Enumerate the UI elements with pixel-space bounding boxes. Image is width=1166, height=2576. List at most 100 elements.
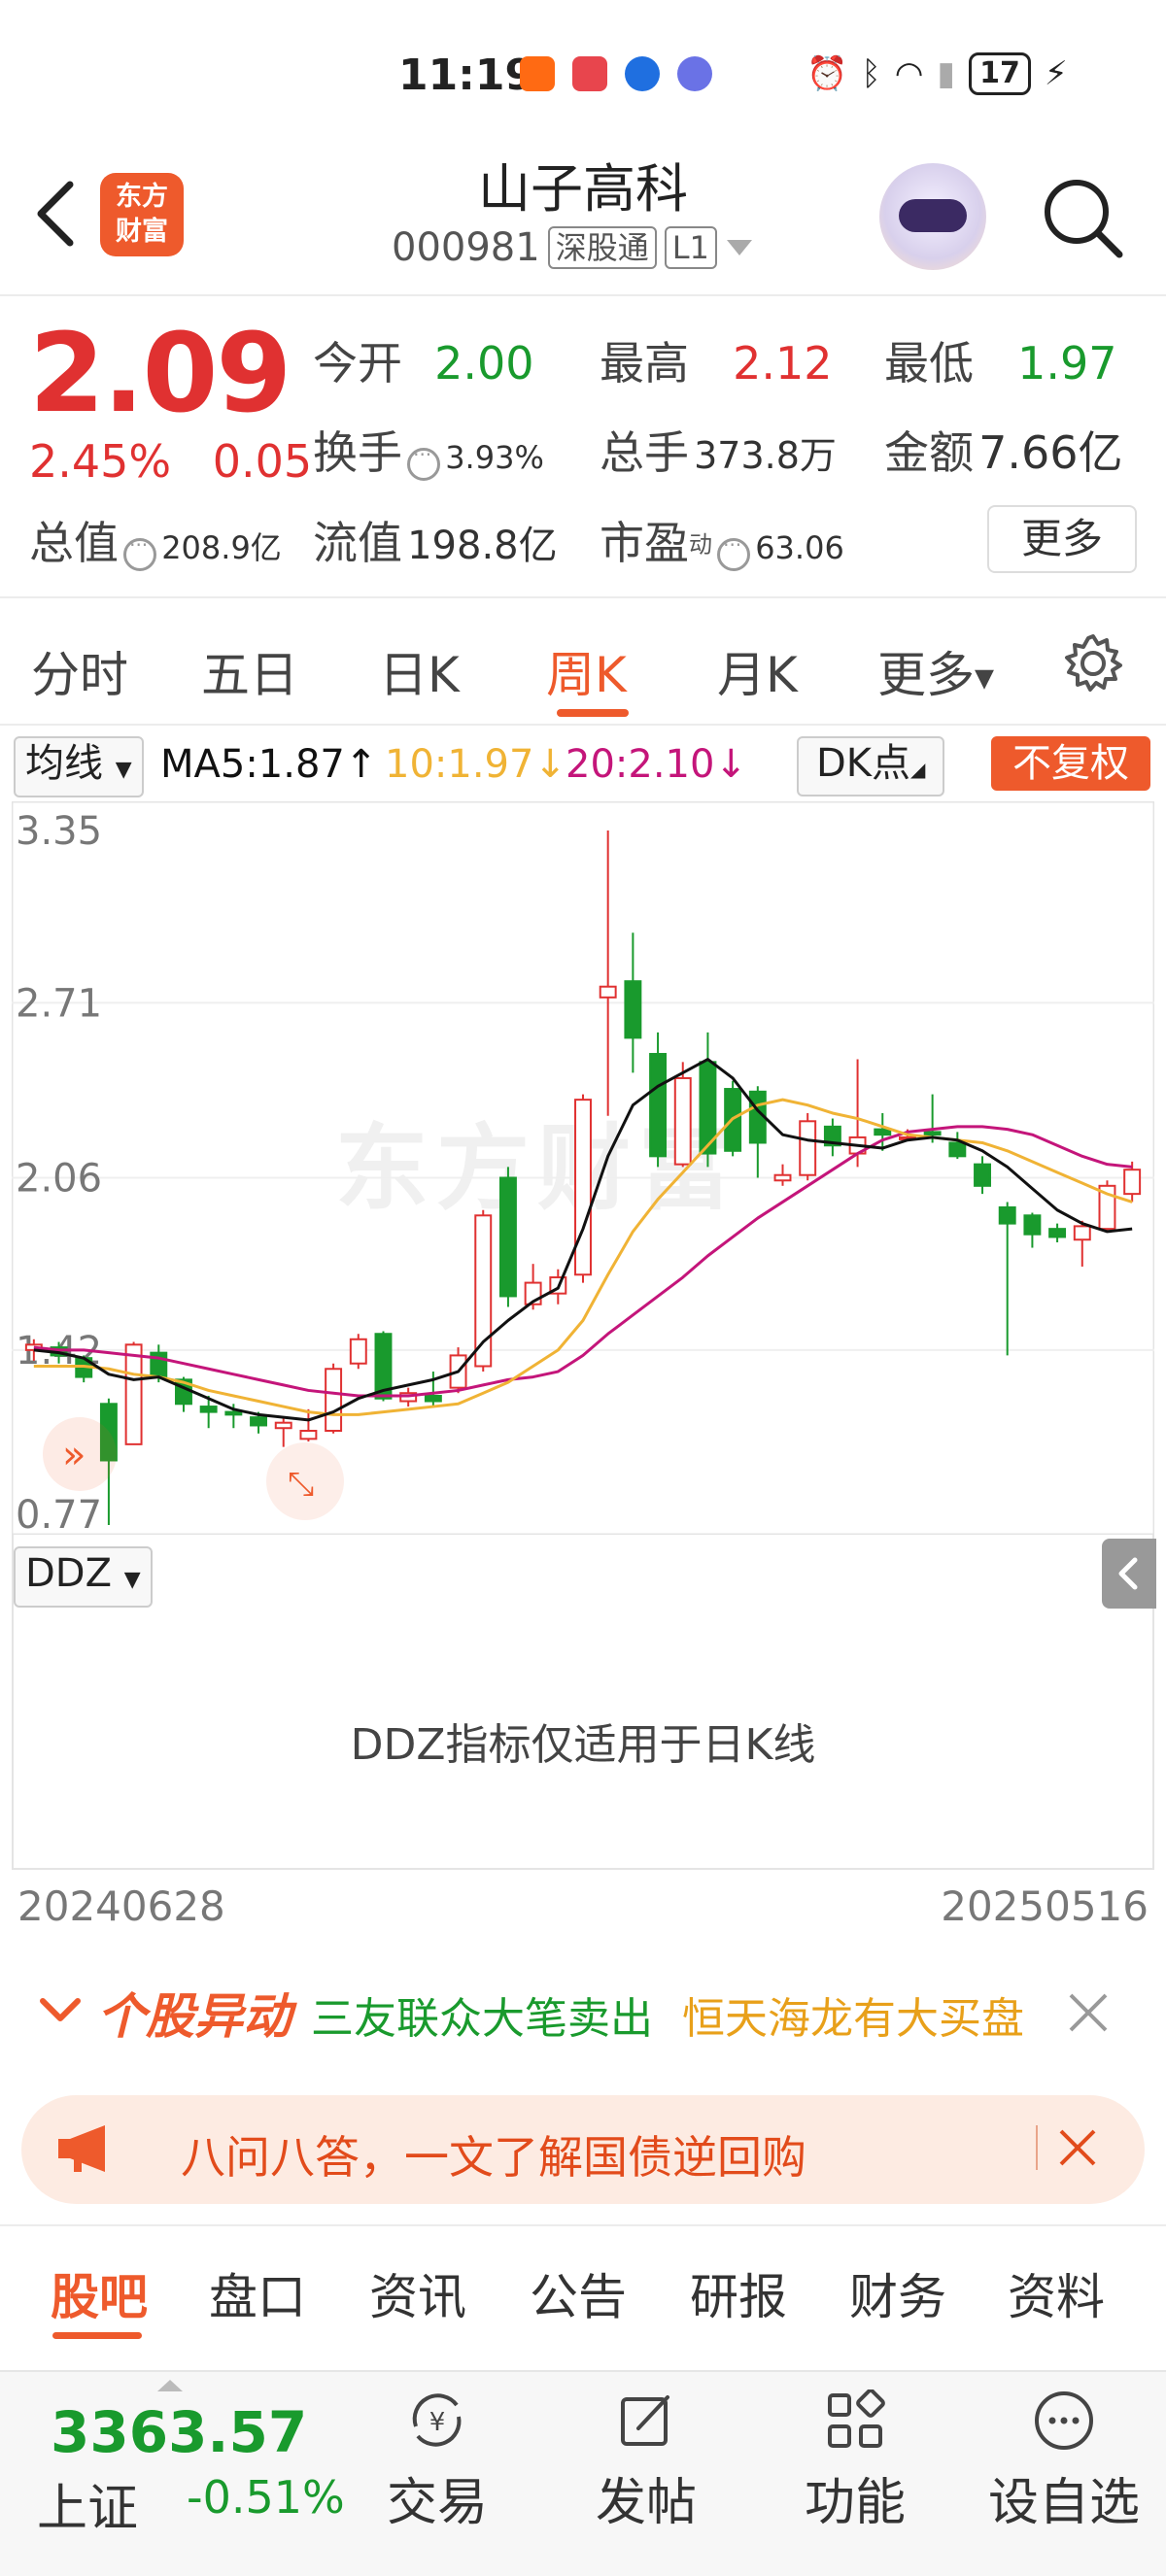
y-tick-label: 0.77: [16, 1493, 102, 1535]
candle: [673, 1062, 692, 1168]
add-watchlist-button[interactable]: 设自选: [981, 2390, 1147, 2534]
more-circle-icon: [1035, 2391, 1093, 2450]
caret-down-icon: ▼: [123, 1568, 141, 1592]
collapse-button[interactable]: [1102, 1539, 1156, 1609]
candle: [748, 1086, 767, 1178]
notification-icons: [520, 56, 712, 91]
ma-selector-label: 均线: [25, 741, 103, 786]
add-watchlist-label: 设自选: [987, 2474, 1140, 2532]
close-icon[interactable]: [1067, 1991, 1110, 2034]
stock-code-row: 000981 深股通 L1: [392, 225, 754, 270]
tab-more[interactable]: 更多▼: [877, 636, 994, 706]
system-icons: ⏰ ᛒ ◠ ▮ 17 ⚡: [806, 52, 1068, 95]
chevron-down-icon[interactable]: [37, 1991, 84, 2030]
dk-selector[interactable]: DK点◢: [797, 736, 945, 797]
candle: [574, 1094, 592, 1283]
open-field: 今开 2.00: [313, 328, 534, 392]
header-divider: [0, 294, 1166, 296]
index-value[interactable]: 3363.57: [51, 2399, 307, 2465]
candle-body: [250, 1416, 268, 1427]
browser-app-icon: [625, 56, 660, 91]
float-field: 流值 198.8亿: [313, 508, 558, 572]
candle: [274, 1417, 292, 1447]
close-icon[interactable]: [1057, 2127, 1098, 2168]
tab-profile[interactable]: 资料: [1008, 2258, 1105, 2328]
quote-divider: [0, 596, 1166, 598]
start-date-label: 20240628: [17, 1882, 225, 1930]
yen-icon: ¥: [412, 2393, 462, 2447]
anomaly-item[interactable]: 恒天海龙有大买盘: [682, 1983, 1024, 2046]
low-label: 最低: [884, 337, 974, 390]
ddz-selector[interactable]: DDZ ▼: [14, 1546, 153, 1608]
ddz-panel: [12, 1535, 1154, 1870]
trade-button[interactable]: ¥ 交易: [355, 2390, 520, 2534]
ma-selector[interactable]: 均线 ▼: [14, 736, 144, 797]
y-tick-label: 3.35: [16, 809, 102, 854]
tab-intraday[interactable]: 分时: [31, 636, 128, 706]
candle-body: [498, 1176, 517, 1298]
info-icon[interactable]: [717, 533, 751, 571]
candle-body: [673, 1076, 692, 1166]
ddz-selector-label: DDZ: [25, 1551, 113, 1596]
float-label: 流值: [313, 517, 402, 569]
caret-up-icon: [157, 2380, 183, 2391]
tab-monthly-k[interactable]: 月K: [717, 636, 798, 706]
y-tick-label: 2.71: [16, 981, 102, 1026]
tab-daily-k[interactable]: 日K: [379, 636, 460, 706]
more-quote-button[interactable]: 更多: [987, 505, 1137, 573]
chevron-down-icon[interactable]: [725, 238, 754, 257]
tab-pankou[interactable]: 盘口: [209, 2258, 306, 2328]
shrink-icon: ⤡: [288, 1465, 314, 1504]
svg-text:¥: ¥: [429, 2408, 446, 2437]
ddz-message: DDZ指标仅适用于日K线: [350, 1720, 816, 1770]
candle: [773, 1164, 792, 1186]
mktcap-label: 总值: [29, 517, 119, 569]
functions-button[interactable]: 功能: [772, 2390, 938, 2534]
candle-body: [199, 1406, 218, 1413]
notice-text[interactable]: 八问八答，一文了解国债逆回购: [181, 2122, 806, 2186]
candle: [974, 1156, 991, 1195]
tab-guba[interactable]: 股吧: [51, 2258, 148, 2328]
mktcap-value: 208.9亿: [161, 529, 282, 566]
candle-body: [299, 1430, 318, 1441]
candle-body: [1073, 1225, 1091, 1241]
tab-finance[interactable]: 财务: [849, 2258, 946, 2328]
candle: [799, 1112, 817, 1181]
low-field: 最低 1.97: [884, 328, 1117, 392]
tab-news[interactable]: 资讯: [369, 2258, 466, 2328]
ma5-value: MA5:1.87↑: [160, 742, 378, 787]
notice-separator: [1036, 2125, 1038, 2170]
alarm-icon: ⏰: [806, 54, 848, 93]
dk-label: DK点: [816, 741, 911, 786]
charging-icon: ⚡: [1044, 54, 1068, 93]
candle-body: [1123, 1169, 1142, 1196]
info-icon[interactable]: [123, 533, 157, 571]
post-button[interactable]: 发帖: [564, 2390, 729, 2534]
open-value: 2.00: [434, 337, 534, 390]
gear-icon[interactable]: [1061, 631, 1125, 695]
candle: [325, 1363, 343, 1434]
double-chevron-icon: »: [62, 1433, 86, 1477]
amount-label: 金额: [884, 426, 974, 479]
candle: [498, 1167, 517, 1307]
turnover-label: 换手: [313, 426, 402, 479]
candle: [599, 830, 617, 1116]
index-change: -0.51%: [187, 2471, 345, 2524]
adjust-toggle-button[interactable]: 不复权: [991, 736, 1150, 791]
search-icon[interactable]: [1038, 173, 1125, 260]
tab-weekly-k[interactable]: 周K: [546, 636, 627, 706]
pe-field: 市盈动 63.06: [600, 508, 844, 572]
candle-body: [1023, 1214, 1042, 1236]
mktcap-field: 总值 208.9亿: [29, 508, 282, 572]
candlestick-chart[interactable]: 3.352.712.061.420.77»⤡: [12, 801, 1154, 1535]
tab-announcement[interactable]: 公告: [530, 2258, 627, 2328]
index-name[interactable]: 上证: [37, 2467, 138, 2540]
tab-research[interactable]: 研报: [690, 2258, 787, 2328]
info-icon[interactable]: [407, 443, 441, 481]
music-app-icon: [677, 56, 712, 91]
anomaly-item[interactable]: 三友联众大笔卖出: [311, 1983, 653, 2046]
wifi-icon: ◠: [894, 54, 924, 93]
tab-five-day[interactable]: 五日: [201, 636, 298, 706]
amount-value: 7.66亿: [978, 426, 1123, 479]
volume-value: 373.8万: [694, 434, 837, 477]
